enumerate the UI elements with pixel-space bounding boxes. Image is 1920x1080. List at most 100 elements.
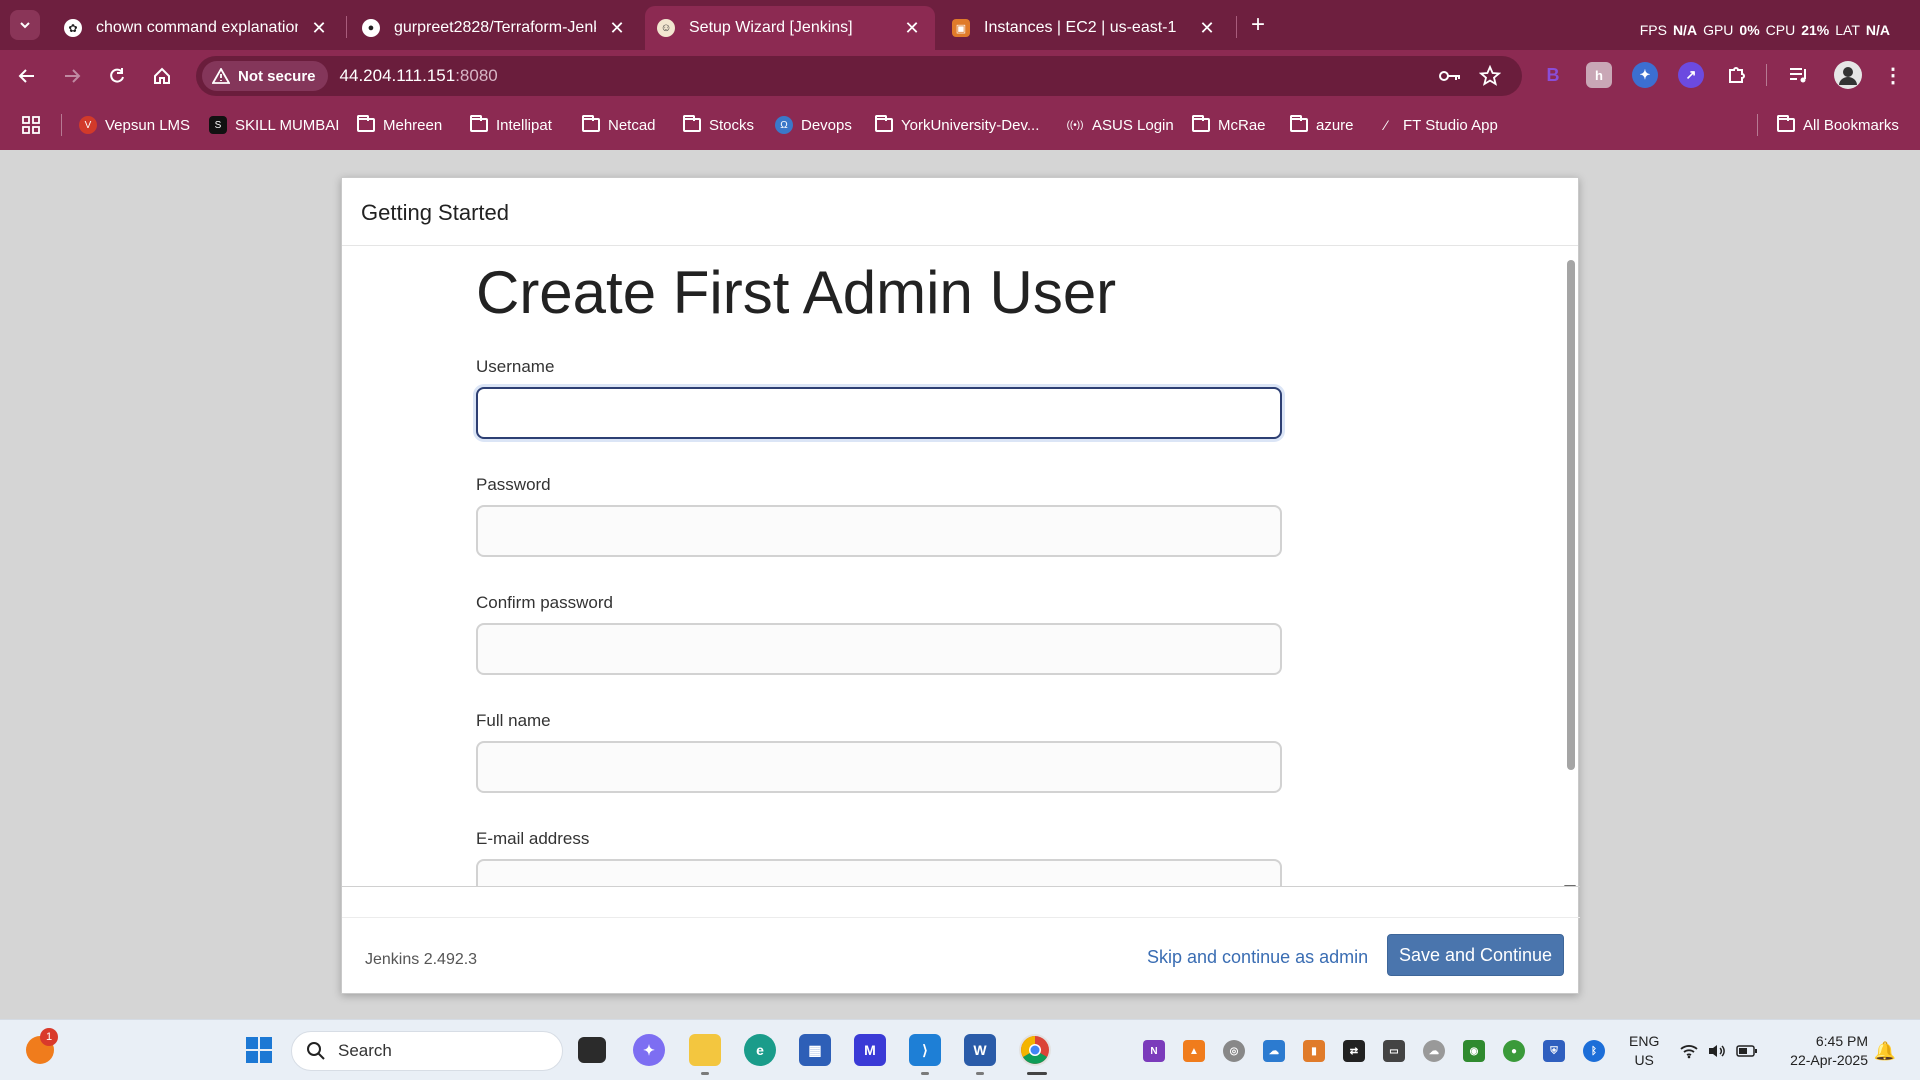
password-input[interactable] xyxy=(476,505,1282,557)
bookmark-azure[interactable]: azure xyxy=(1290,114,1354,136)
back-button[interactable] xyxy=(10,59,44,93)
folder-icon xyxy=(582,115,600,132)
github-icon: ● xyxy=(362,19,380,37)
tab-title: gurpreet2828/Terraform-Jenkins xyxy=(394,19,596,36)
bookmark-stocks[interactable]: Stocks xyxy=(683,114,754,136)
username-input[interactable] xyxy=(476,387,1282,439)
warning-icon xyxy=(212,68,230,84)
bookmark-label: All Bookmarks xyxy=(1803,116,1899,134)
tray-printer-icon[interactable]: ▭ xyxy=(1383,1040,1405,1062)
close-icon[interactable]: ✕ xyxy=(308,18,330,39)
productivity-app-icon[interactable]: M xyxy=(854,1034,886,1066)
tray-globe-icon[interactable]: ● xyxy=(1503,1040,1525,1062)
security-chip[interactable]: Not secure xyxy=(202,61,328,91)
close-icon[interactable]: ✕ xyxy=(901,18,923,39)
lat-label: LAT xyxy=(1835,22,1860,38)
bookmark-vepsun[interactable]: V Vepsun LMS xyxy=(79,114,190,136)
nvidia-icon[interactable]: ◉ xyxy=(1463,1040,1485,1062)
file-explorer-icon[interactable] xyxy=(689,1034,721,1066)
skip-continue-admin-link[interactable]: Skip and continue as admin xyxy=(1147,947,1368,968)
search-icon xyxy=(307,1042,325,1060)
wifi-icon[interactable] xyxy=(1678,1040,1700,1062)
battery-icon[interactable] xyxy=(1736,1040,1758,1062)
close-icon[interactable]: ✕ xyxy=(606,18,628,39)
tray-sync-icon[interactable]: ◎ xyxy=(1223,1040,1245,1062)
bookmark-label: Devops xyxy=(801,116,852,134)
confirm-password-input[interactable] xyxy=(476,623,1282,675)
cpu-value: 21% xyxy=(1801,22,1830,38)
bookmark-skill-mumbai[interactable]: S SKILL MUMBAI xyxy=(209,114,339,136)
password-key-icon[interactable] xyxy=(1438,64,1462,88)
bluetooth-icon[interactable]: ᛒ xyxy=(1583,1040,1605,1062)
tab-title: Setup Wizard [Jenkins] xyxy=(689,19,853,36)
home-button[interactable] xyxy=(145,59,179,93)
media-controls-icon[interactable] xyxy=(1786,62,1812,88)
address-bar[interactable]: Not secure 44.204.111.151:8080 xyxy=(196,56,1522,96)
bookmark-netcad[interactable]: Netcad xyxy=(582,114,656,136)
email-input[interactable] xyxy=(476,859,1282,886)
edge-icon[interactable]: e xyxy=(744,1034,776,1066)
extension-b-icon[interactable]: B xyxy=(1540,62,1566,88)
start-windows-icon[interactable] xyxy=(243,1034,275,1066)
scrollbar[interactable] xyxy=(1564,260,1576,886)
tray-cloud-app-icon[interactable]: ☁ xyxy=(1263,1040,1285,1062)
kebab-menu-icon[interactable]: ⋮ xyxy=(1880,62,1906,88)
region-code: US xyxy=(1634,1052,1654,1068)
tray-chart-icon[interactable]: ▮ xyxy=(1303,1040,1325,1062)
bookmark-mehreen[interactable]: Mehreen xyxy=(357,114,442,136)
extension-shield-icon[interactable]: ✦ xyxy=(1632,62,1658,88)
bookmark-intellipat[interactable]: Intellipat xyxy=(470,114,552,136)
tab-search-button[interactable] xyxy=(10,10,40,40)
chrome-icon[interactable] xyxy=(1019,1034,1051,1066)
task-view-icon[interactable] xyxy=(578,1037,606,1063)
bookmark-asus-login[interactable]: ((•)) ASUS Login xyxy=(1066,114,1174,136)
extension-h-icon[interactable]: h xyxy=(1586,62,1612,88)
browser-toolbar: Not secure 44.204.111.151:8080 B h ✦ ↗ ⋮ xyxy=(0,50,1920,100)
full-name-input[interactable] xyxy=(476,741,1282,793)
bookmark-star-icon[interactable] xyxy=(1478,64,1502,88)
folder-icon xyxy=(683,115,701,132)
tab-aws[interactable]: ▣ Instances | EC2 | us-east-1 ✕ xyxy=(940,6,1230,50)
word-icon[interactable]: W xyxy=(964,1034,996,1066)
notification-bell-icon[interactable]: 🔔 xyxy=(1874,1040,1896,1062)
onenote-icon[interactable]: N xyxy=(1143,1040,1165,1062)
url-host: 44.204.111.151 xyxy=(339,66,456,85)
language-indicator[interactable]: ENG US xyxy=(1629,1032,1659,1070)
vscode-icon[interactable]: ⟩ xyxy=(909,1034,941,1066)
store-icon[interactable]: ▦ xyxy=(799,1034,831,1066)
bookmark-divider xyxy=(1757,114,1758,136)
bookmark-label: Vepsun LMS xyxy=(105,116,191,134)
copilot-icon[interactable]: ✦ xyxy=(633,1034,665,1066)
confirm-password-label: Confirm password xyxy=(476,593,613,612)
scrollbar-thumb[interactable] xyxy=(1567,260,1575,770)
extensions-puzzle-icon[interactable] xyxy=(1724,62,1750,88)
apps-grid-icon[interactable] xyxy=(22,114,40,136)
tab-github[interactable]: ● gurpreet2828/Terraform-Jenkins ✕ xyxy=(350,6,640,50)
bookmark-yorkuniversity[interactable]: YorkUniversity-Dev... xyxy=(875,114,1039,136)
new-tab-button[interactable]: + xyxy=(1244,12,1272,40)
tray-app-icon[interactable]: ▲ xyxy=(1183,1040,1205,1062)
tab-chatgpt[interactable]: ✿ chown command explanation ✕ xyxy=(52,6,342,50)
profile-avatar[interactable] xyxy=(1834,61,1862,89)
reload-button[interactable] xyxy=(100,59,134,93)
volume-icon[interactable] xyxy=(1706,1040,1728,1062)
all-bookmarks[interactable]: All Bookmarks xyxy=(1777,114,1899,136)
tab-title: Instances | EC2 | us-east-1 xyxy=(984,19,1177,36)
setup-wizard-dialog: Getting Started Create First Admin User … xyxy=(341,177,1580,994)
bookmark-ft-studio[interactable]: ⁄ FT Studio App xyxy=(1377,114,1498,136)
tray-remote-icon[interactable]: ⇄ xyxy=(1343,1040,1365,1062)
extension-arrow-icon[interactable]: ↗ xyxy=(1678,62,1704,88)
close-icon[interactable]: ✕ xyxy=(1196,18,1218,39)
forward-button[interactable] xyxy=(55,59,89,93)
save-and-continue-button[interactable]: Save and Continue xyxy=(1387,934,1564,976)
tab-jenkins[interactable]: ☺ Setup Wizard [Jenkins] ✕ xyxy=(645,6,935,50)
system-clock[interactable]: 6:45 PM 22-Apr-2025 xyxy=(1768,1032,1868,1070)
onedrive-icon[interactable]: ☁ xyxy=(1423,1040,1445,1062)
bookmark-devops[interactable]: Ω Devops xyxy=(775,114,852,136)
bookmark-mcrae[interactable]: McRae xyxy=(1192,114,1266,136)
taskbar-search[interactable]: Search xyxy=(291,1031,563,1071)
router-icon: ((•)) xyxy=(1066,119,1084,131)
clock-date: 22-Apr-2025 xyxy=(1790,1052,1868,1068)
gpu-label: GPU xyxy=(1703,22,1734,38)
security-shield-icon[interactable]: ⛨ xyxy=(1543,1040,1565,1062)
